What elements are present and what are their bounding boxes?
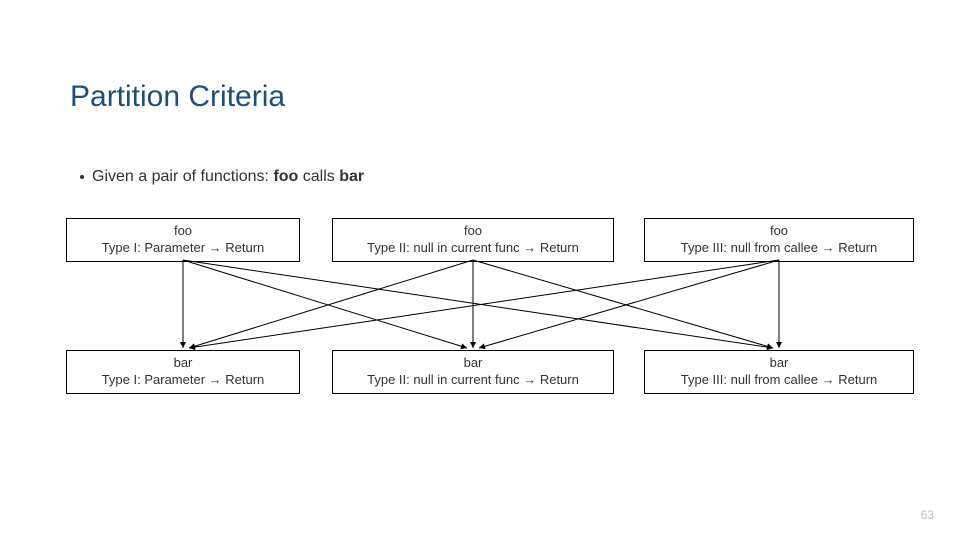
node-foo-type1: foo Type I: Parameter → Return bbox=[66, 218, 300, 262]
node-bar-type2: bar Type II: null in current func → Retu… bbox=[332, 350, 614, 394]
node-fn-label: bar bbox=[339, 355, 607, 372]
node-desc: Type I: Parameter → Return bbox=[73, 372, 293, 389]
node-fn-label: foo bbox=[73, 223, 293, 240]
diagram-container: foo Type I: Parameter → Return foo Type … bbox=[0, 0, 960, 540]
node-desc: Type III: null from callee → Return bbox=[651, 372, 907, 389]
page-number: 63 bbox=[921, 508, 934, 522]
node-bar-type1: bar Type I: Parameter → Return bbox=[66, 350, 300, 394]
node-desc: Type III: null from callee → Return bbox=[651, 240, 907, 257]
node-desc: Type I: Parameter → Return bbox=[73, 240, 293, 257]
node-foo-type2: foo Type II: null in current func → Retu… bbox=[332, 218, 614, 262]
node-fn-label: foo bbox=[339, 223, 607, 240]
node-desc: Type II: null in current func → Return bbox=[339, 372, 607, 389]
bipartite-arrows bbox=[0, 0, 960, 540]
node-desc: Type II: null in current func → Return bbox=[339, 240, 607, 257]
node-fn-label: bar bbox=[73, 355, 293, 372]
node-foo-type3: foo Type III: null from callee → Return bbox=[644, 218, 914, 262]
node-bar-type3: bar Type III: null from callee → Return bbox=[644, 350, 914, 394]
node-fn-label: bar bbox=[651, 355, 907, 372]
node-fn-label: foo bbox=[651, 223, 907, 240]
